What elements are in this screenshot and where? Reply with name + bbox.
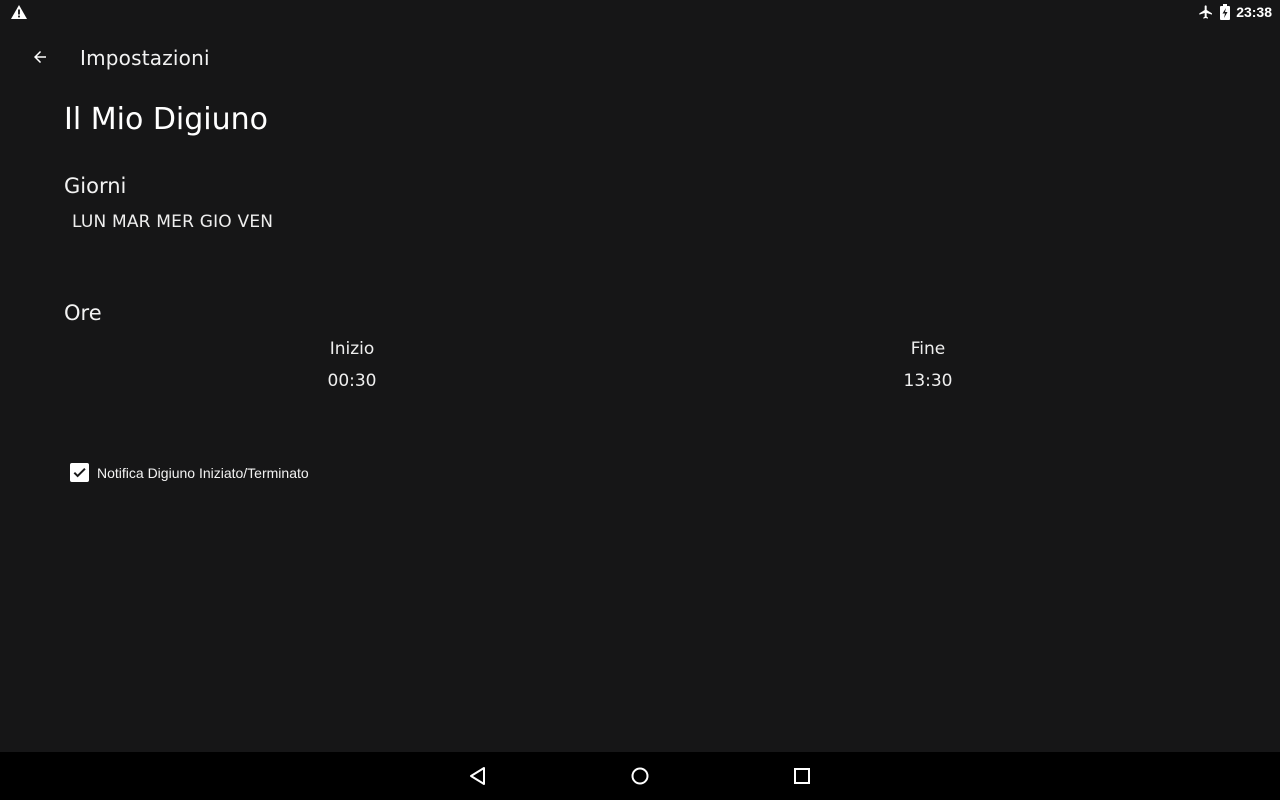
back-triangle-icon	[468, 766, 488, 786]
notification-checkbox[interactable]	[70, 463, 89, 482]
nav-home-button[interactable]	[620, 760, 660, 792]
warning-icon	[10, 4, 28, 20]
app-bar: Impostazioni	[0, 24, 1280, 90]
arrow-back-icon	[31, 48, 49, 66]
hours-section-title: Ore	[64, 301, 102, 325]
home-circle-icon	[630, 766, 650, 786]
status-icons: 23:38	[1198, 4, 1272, 20]
start-time-column[interactable]: Inizio 00:30	[292, 339, 412, 391]
checkmark-icon	[72, 465, 87, 480]
notification-checkbox-row[interactable]: Notifica Digiuno Iniziato/Terminato	[70, 463, 309, 482]
app-bar-title: Impostazioni	[80, 46, 210, 70]
start-time-value[interactable]: 00:30	[292, 371, 412, 391]
days-section-title: Giorni	[64, 174, 127, 198]
page-title: Il Mio Digiuno	[64, 102, 269, 137]
nav-back-button[interactable]	[458, 760, 498, 792]
status-bar: 23:38	[0, 0, 1280, 24]
system-nav-bar	[0, 752, 1280, 800]
notification-checkbox-label[interactable]: Notifica Digiuno Iniziato/Terminato	[97, 465, 309, 481]
recents-square-icon	[793, 767, 811, 785]
battery-charging-icon	[1220, 4, 1231, 20]
days-value[interactable]: LUN MAR MER GIO VEN	[72, 212, 273, 232]
end-time-column[interactable]: Fine 13:30	[868, 339, 988, 391]
airplane-mode-icon	[1198, 4, 1214, 20]
status-time: 23:38	[1236, 4, 1272, 20]
nav-recents-button[interactable]	[782, 760, 822, 792]
start-time-label: Inizio	[329, 339, 375, 359]
end-time-value[interactable]: 13:30	[868, 371, 988, 391]
back-button[interactable]	[20, 37, 60, 77]
end-time-label: Fine	[910, 339, 946, 359]
